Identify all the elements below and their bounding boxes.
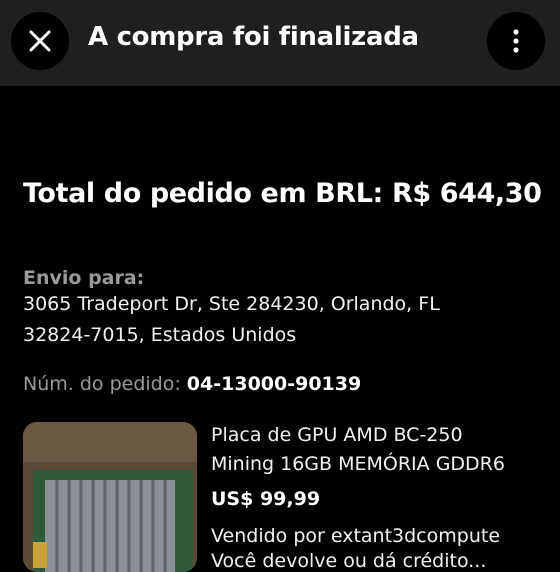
item-thumbnail[interactable] (23, 422, 197, 572)
close-button[interactable] (11, 12, 69, 70)
item-price: US$ 99,99 (211, 488, 321, 510)
shipping-address-line2: 32824-7015, Estados Unidos (23, 324, 297, 346)
shipping-label: Envio para: (23, 267, 145, 289)
item-seller: Vendido por extant3dcompute (211, 525, 501, 547)
page-title: A compra foi finalizada (88, 22, 419, 52)
item-title-line1[interactable]: Placa de GPU AMD BC-250 (211, 424, 463, 446)
item-extra-line: Você devolve ou dá crédito... (211, 550, 487, 572)
item-title-line2[interactable]: Mining 16GB MEMÓRIA GDDR6 (211, 453, 505, 475)
order-number: 04-13000-90139 (186, 373, 362, 395)
top-bar: A compra foi finalizada (0, 0, 560, 86)
order-number-row: Núm. do pedido: 04-13000-90139 (23, 373, 361, 395)
order-number-label: Núm. do pedido: (23, 373, 181, 395)
close-icon (29, 30, 51, 52)
shipping-address-line1: 3065 Tradeport Dr, Ste 284230, Orlando, … (23, 293, 440, 315)
more-vertical-icon (513, 29, 519, 53)
order-total: Total do pedido em BRL: R$ 644,30 (23, 178, 542, 209)
gpu-board-image (23, 422, 197, 572)
more-options-button[interactable] (487, 12, 545, 70)
